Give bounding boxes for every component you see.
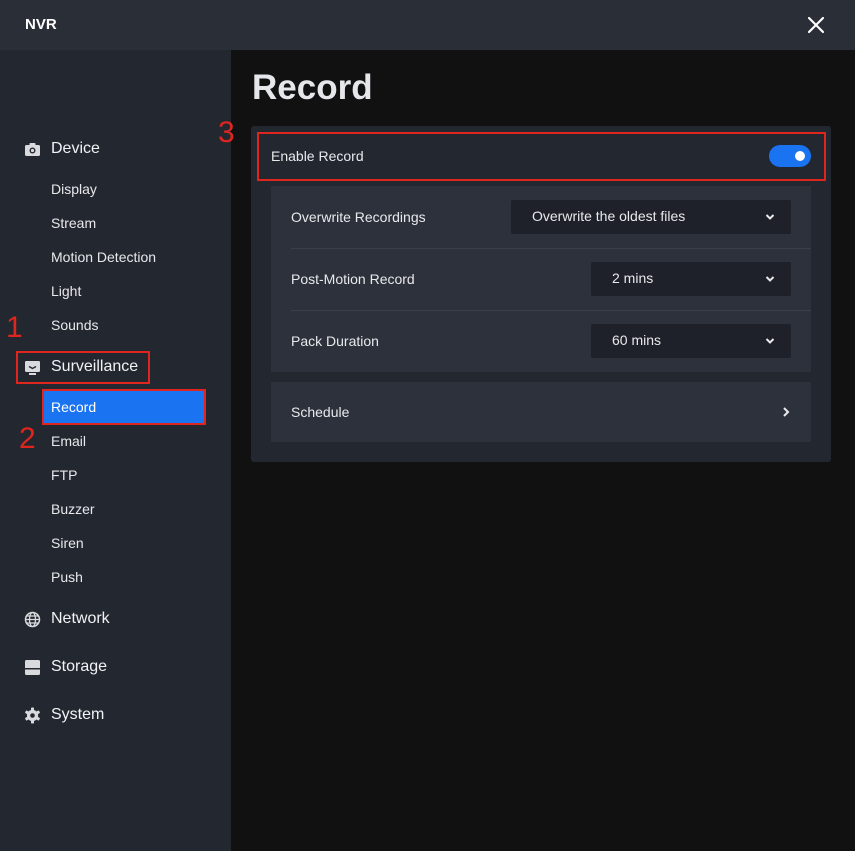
sidebar-item-light[interactable]: Light — [44, 275, 204, 307]
sidebar-item-ftp[interactable]: FTP — [44, 459, 204, 491]
camera-icon — [25, 143, 40, 156]
sidebar-group-device[interactable]: Device — [0, 131, 231, 167]
annotation-number-3: 3 — [218, 116, 235, 149]
post-motion-record-label: Post-Motion Record — [291, 271, 415, 287]
select-value: Overwrite the oldest files — [532, 208, 686, 224]
app-title: NVR — [25, 16, 57, 33]
schedule-label: Schedule — [291, 404, 350, 420]
pack-duration-label: Pack Duration — [291, 333, 379, 349]
sidebar-group-label: Storage — [51, 658, 108, 675]
sidebar-group-system[interactable]: System — [0, 697, 231, 733]
toggle-knob — [795, 151, 805, 161]
sidebar-group-storage[interactable]: Storage — [0, 649, 231, 685]
enable-record-toggle[interactable] — [769, 145, 811, 167]
sidebar-item-buzzer[interactable]: Buzzer — [44, 493, 204, 525]
monitor-icon — [25, 361, 40, 375]
sidebar-item-email[interactable]: Email — [44, 425, 204, 457]
title-bar — [0, 0, 855, 50]
sidebar-item-push[interactable]: Push — [44, 561, 204, 593]
gear-icon — [25, 707, 40, 724]
enable-record-row: Enable Record — [259, 134, 823, 178]
sidebar-group-network[interactable]: Network — [0, 601, 231, 637]
annotation-number-1: 1 — [6, 311, 23, 344]
sidebar-item-stream[interactable]: Stream — [44, 207, 204, 239]
sidebar-item-sounds[interactable]: Sounds — [44, 309, 204, 341]
enable-record-label: Enable Record — [271, 148, 364, 164]
page-title: Record — [252, 68, 373, 107]
chevron-down-icon — [765, 338, 775, 344]
sidebar-group-surveillance[interactable]: Surveillance — [0, 349, 231, 385]
sidebar-item-display[interactable]: Display — [44, 173, 204, 205]
sidebar-group-label: Network — [51, 610, 110, 627]
chevron-down-icon — [765, 276, 775, 282]
sidebar-group-label: System — [51, 706, 105, 723]
storage-icon — [25, 660, 40, 675]
select-value: 2 mins — [612, 270, 654, 286]
sidebar-item-record[interactable]: Record — [44, 391, 204, 423]
select-value: 60 mins — [612, 332, 662, 348]
post-motion-record-select[interactable]: 2 mins — [591, 262, 791, 296]
chevron-right-icon — [783, 407, 790, 417]
globe-icon — [24, 611, 41, 628]
schedule-row[interactable]: Schedule — [271, 382, 811, 442]
overwrite-recordings-label: Overwrite Recordings — [291, 209, 426, 225]
chevron-down-icon — [765, 214, 775, 220]
sidebar-item-siren[interactable]: Siren — [44, 527, 204, 559]
sidebar-group-label: Surveillance — [51, 358, 139, 375]
pack-duration-select[interactable]: 60 mins — [591, 324, 791, 358]
annotation-number-2: 2 — [19, 422, 36, 455]
sidebar-item-motion-detection[interactable]: Motion Detection — [44, 241, 204, 273]
overwrite-recordings-select[interactable]: Overwrite the oldest files — [511, 200, 791, 234]
close-icon[interactable] — [806, 15, 826, 35]
sidebar-group-label: Device — [51, 140, 100, 157]
